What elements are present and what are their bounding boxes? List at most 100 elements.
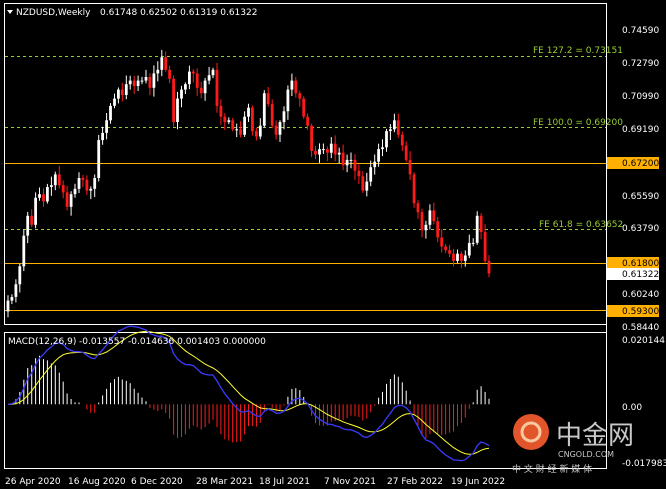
candle-body bbox=[310, 125, 313, 151]
candlestick-series bbox=[6, 50, 491, 318]
candle-body bbox=[247, 107, 250, 117]
x-tick-label: 26 Apr 2020 bbox=[5, 477, 61, 487]
candle-body bbox=[255, 131, 258, 137]
collapse-triangle-icon[interactable] bbox=[7, 10, 13, 14]
chart-title: NZDUSD,Weekly bbox=[16, 8, 91, 18]
candle-body bbox=[286, 89, 290, 112]
candle-body bbox=[326, 149, 329, 153]
candle-body bbox=[199, 87, 203, 94]
price-tag-0618: 0.61800 bbox=[622, 259, 659, 269]
candle-body bbox=[278, 122, 282, 135]
candle-body bbox=[262, 93, 266, 126]
candle-body bbox=[420, 212, 424, 231]
candle-body bbox=[140, 80, 144, 82]
candle-body bbox=[34, 197, 37, 225]
candle-body bbox=[239, 129, 242, 135]
candle-body bbox=[195, 73, 199, 88]
candle-body bbox=[432, 210, 436, 222]
candle-body bbox=[42, 194, 45, 202]
candle-body bbox=[424, 224, 428, 231]
candle-body bbox=[444, 246, 447, 251]
candle-body bbox=[180, 89, 183, 99]
candle-body bbox=[57, 174, 61, 186]
price-tag-0593: 0.59300 bbox=[622, 307, 659, 317]
fibonacci-levels: FE 127.2 = 0.73151 FE 100.0 = 0.69200 FE… bbox=[5, 46, 623, 230]
candle-body bbox=[353, 159, 357, 171]
candle-body bbox=[396, 120, 400, 135]
candle-body bbox=[231, 120, 235, 130]
candle-body bbox=[467, 242, 471, 256]
y-tick-label: 0.65590 bbox=[622, 192, 659, 202]
candle-body bbox=[385, 131, 388, 148]
macd-panel-frame bbox=[4, 332, 607, 469]
candle-body bbox=[97, 140, 101, 178]
candle-body bbox=[207, 75, 211, 81]
macd-y-tick: 0.020144 bbox=[622, 336, 665, 346]
candle-body bbox=[440, 237, 444, 247]
candle-body bbox=[117, 89, 120, 99]
candle-body bbox=[314, 150, 317, 155]
candle-body bbox=[50, 185, 53, 187]
candle-body bbox=[176, 98, 179, 122]
candle-body bbox=[349, 159, 353, 161]
candle-body bbox=[211, 69, 215, 76]
x-tick-label: 27 Feb 2022 bbox=[387, 477, 443, 487]
candle-body bbox=[329, 143, 333, 153]
candle-body bbox=[389, 129, 392, 132]
candle-body bbox=[306, 116, 309, 126]
candle-body bbox=[333, 143, 337, 155]
candle-body bbox=[365, 181, 369, 191]
candle-body bbox=[128, 80, 132, 85]
candle-body bbox=[412, 174, 416, 204]
candle-body bbox=[377, 149, 380, 162]
candle-body bbox=[369, 167, 373, 182]
candle-body bbox=[428, 210, 432, 225]
candle-body bbox=[93, 178, 97, 189]
x-tick-label: 19 Jun 2022 bbox=[451, 477, 505, 487]
candle-body bbox=[168, 69, 171, 79]
candle-body bbox=[22, 235, 26, 267]
candle-body bbox=[408, 159, 412, 175]
candle-body bbox=[345, 159, 349, 166]
candle-body bbox=[258, 125, 262, 137]
macd-histogram bbox=[11, 355, 490, 443]
candle-body bbox=[113, 98, 116, 106]
y-tick-label: 0.60240 bbox=[622, 290, 659, 300]
macd-signal-line bbox=[7, 330, 490, 455]
candle-body bbox=[373, 161, 377, 168]
candle-body bbox=[274, 125, 278, 135]
candle-body bbox=[298, 93, 302, 99]
candle-body bbox=[318, 149, 321, 155]
candle-body bbox=[132, 80, 136, 86]
candle-body bbox=[152, 73, 156, 88]
candle-body bbox=[487, 260, 491, 274]
x-tick-label: 7 Nov 2021 bbox=[324, 477, 376, 487]
y-tick-label: 0.58440 bbox=[622, 323, 659, 333]
candle-body bbox=[85, 179, 89, 191]
price-tag-current: 0.61322 bbox=[622, 270, 659, 280]
candle-body bbox=[6, 300, 10, 312]
candle-body bbox=[361, 176, 365, 191]
candle-body bbox=[26, 215, 30, 236]
y-tick-label: 0.70990 bbox=[622, 92, 659, 102]
candle-body bbox=[322, 149, 325, 151]
candle-body bbox=[18, 266, 22, 285]
candle-body bbox=[463, 255, 467, 261]
candle-body bbox=[357, 170, 361, 177]
x-tick-label: 16 Aug 2020 bbox=[68, 477, 126, 487]
cngold-logo-icon bbox=[513, 414, 549, 450]
candle-body bbox=[30, 215, 34, 225]
macd-y-tick: -0.017983 bbox=[622, 459, 666, 469]
candle-body bbox=[270, 104, 274, 126]
candle-body bbox=[105, 120, 108, 133]
candle-body bbox=[475, 215, 479, 243]
candle-body bbox=[235, 129, 239, 131]
candle-body bbox=[266, 93, 270, 104]
candle-body bbox=[77, 178, 81, 189]
y-tick-label: 0.69190 bbox=[622, 125, 659, 135]
candle-body bbox=[164, 57, 168, 70]
candle-body bbox=[172, 78, 175, 123]
candle-body bbox=[46, 187, 49, 202]
candle-body bbox=[381, 147, 384, 150]
candle-body bbox=[81, 178, 85, 180]
